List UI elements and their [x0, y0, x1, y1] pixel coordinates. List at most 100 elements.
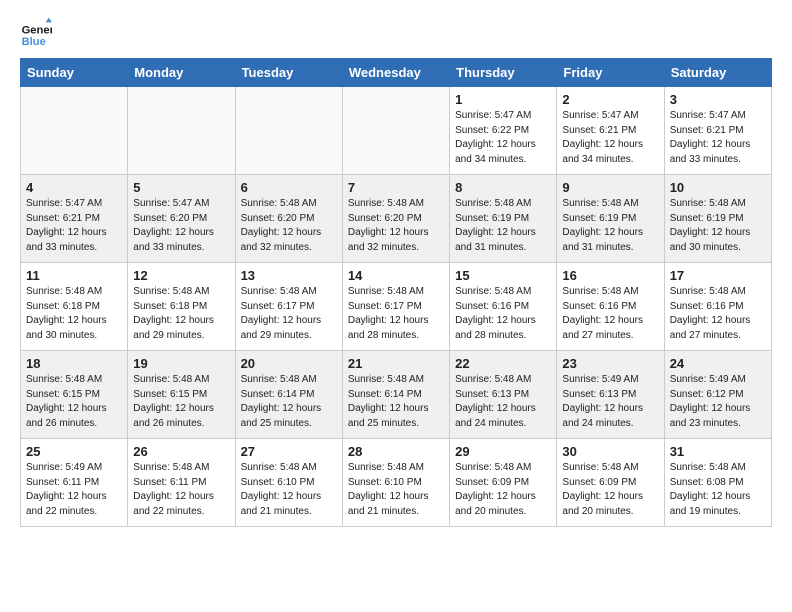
header-thursday: Thursday [450, 59, 557, 87]
day-cell: 29 Sunrise: 5:48 AM Sunset: 6:09 PM Dayli… [450, 439, 557, 527]
day-info: Sunrise: 5:49 AM Sunset: 6:11 PM Dayligh… [26, 461, 122, 519]
week-row-3: 11Sunrise: 5:48 AM Sunset: 6:18 PM Dayli… [21, 263, 772, 351]
day-cell: 3 Sunrise: 5:47 AM Sunset: 6:21 PM Daylig… [664, 87, 771, 175]
day-info: Sunrise: 5:48 AM Sunset: 6:19 PM Dayligh… [670, 197, 766, 255]
day-info: Sunrise: 5:48 AM Sunset: 6:09 PM Dayligh… [562, 461, 658, 519]
day-cell: 22Sunrise: 5:48 AM Sunset: 6:13 PM Dayli… [450, 351, 557, 439]
day-cell: 13Sunrise: 5:48 AM Sunset: 6:17 PM Dayli… [235, 263, 342, 351]
day-cell: 31Sunrise: 5:48 AM Sunset: 6:08 PM Dayli… [664, 439, 771, 527]
day-number: 5 [133, 180, 229, 195]
day-info: Sunrise: 5:48 AM Sunset: 6:19 PM Dayligh… [562, 197, 658, 255]
header-friday: Friday [557, 59, 664, 87]
day-number: 24 [670, 356, 766, 371]
day-cell: 12 Sunrise: 5:48 AM Sunset: 6:18 PM Dayli… [128, 263, 235, 351]
logo-icon: General Blue [20, 16, 52, 48]
day-cell: 5 Sunrise: 5:47 AM Sunset: 6:20 PM Daylig… [128, 175, 235, 263]
week-row-5: 25 Sunrise: 5:49 AM Sunset: 6:11 PM Dayli… [21, 439, 772, 527]
day-cell: 14 Sunrise: 5:48 AM Sunset: 6:17 PM Dayli… [342, 263, 449, 351]
day-info: Sunrise: 5:47 AM Sunset: 6:21 PM Dayligh… [562, 109, 658, 167]
day-info: Sunrise: 5:47 AM Sunset: 6:22 PM Dayligh… [455, 109, 551, 167]
day-number: 23 [562, 356, 658, 371]
header-sunday: Sunday [21, 59, 128, 87]
day-number: 6 [241, 180, 337, 195]
header-wednesday: Wednesday [342, 59, 449, 87]
day-number: 3 [670, 92, 766, 107]
day-number: 19 [133, 356, 229, 371]
day-number: 15 [455, 268, 551, 283]
day-cell [235, 87, 342, 175]
day-info: Sunrise: 5:47 AM Sunset: 6:20 PM Dayligh… [133, 197, 229, 255]
day-info: Sunrise: 5:48 AM Sunset: 6:09 PM Dayligh… [455, 461, 551, 519]
day-number: 14 [348, 268, 444, 283]
svg-text:General: General [22, 25, 52, 37]
day-cell: 1 Sunrise: 5:47 AM Sunset: 6:22 PM Daylig… [450, 87, 557, 175]
calendar-header-row: SundayMondayTuesdayWednesdayThursdayFrid… [21, 59, 772, 87]
day-number: 25 [26, 444, 122, 459]
day-number: 9 [562, 180, 658, 195]
day-number: 12 [133, 268, 229, 283]
header-monday: Monday [128, 59, 235, 87]
day-number: 28 [348, 444, 444, 459]
day-cell: 6 Sunrise: 5:48 AM Sunset: 6:20 PM Daylig… [235, 175, 342, 263]
day-info: Sunrise: 5:48 AM Sunset: 6:16 PM Dayligh… [670, 285, 766, 343]
day-number: 29 [455, 444, 551, 459]
day-number: 26 [133, 444, 229, 459]
header-saturday: Saturday [664, 59, 771, 87]
day-info: Sunrise: 5:48 AM Sunset: 6:14 PM Dayligh… [241, 373, 337, 431]
day-number: 13 [241, 268, 337, 283]
svg-text:Blue: Blue [22, 36, 46, 48]
day-cell: 8 Sunrise: 5:48 AM Sunset: 6:19 PM Daylig… [450, 175, 557, 263]
day-cell: 10 Sunrise: 5:48 AM Sunset: 6:19 PM Dayli… [664, 175, 771, 263]
day-info: Sunrise: 5:48 AM Sunset: 6:10 PM Dayligh… [348, 461, 444, 519]
day-info: Sunrise: 5:47 AM Sunset: 6:21 PM Dayligh… [670, 109, 766, 167]
day-cell: 26 Sunrise: 5:48 AM Sunset: 6:11 PM Dayli… [128, 439, 235, 527]
day-info: Sunrise: 5:48 AM Sunset: 6:16 PM Dayligh… [455, 285, 551, 343]
day-number: 17 [670, 268, 766, 283]
day-number: 21 [348, 356, 444, 371]
day-info: Sunrise: 5:48 AM Sunset: 6:18 PM Dayligh… [133, 285, 229, 343]
day-info: Sunrise: 5:47 AM Sunset: 6:21 PM Dayligh… [26, 197, 122, 255]
day-cell [21, 87, 128, 175]
day-cell: 27 Sunrise: 5:48 AM Sunset: 6:10 PM Dayli… [235, 439, 342, 527]
day-number: 27 [241, 444, 337, 459]
day-number: 2 [562, 92, 658, 107]
logo: General Blue [20, 16, 52, 48]
day-info: Sunrise: 5:48 AM Sunset: 6:13 PM Dayligh… [455, 373, 551, 431]
day-number: 30 [562, 444, 658, 459]
day-info: Sunrise: 5:49 AM Sunset: 6:12 PM Dayligh… [670, 373, 766, 431]
day-cell: 24 Sunrise: 5:49 AM Sunset: 6:12 PM Dayli… [664, 351, 771, 439]
day-cell: 17 Sunrise: 5:48 AM Sunset: 6:16 PM Dayli… [664, 263, 771, 351]
day-cell: 19Sunrise: 5:48 AM Sunset: 6:15 PM Dayli… [128, 351, 235, 439]
day-info: Sunrise: 5:49 AM Sunset: 6:13 PM Dayligh… [562, 373, 658, 431]
header: General Blue [20, 16, 772, 48]
day-number: 16 [562, 268, 658, 283]
day-number: 8 [455, 180, 551, 195]
day-info: Sunrise: 5:48 AM Sunset: 6:10 PM Dayligh… [241, 461, 337, 519]
day-cell: 7 Sunrise: 5:48 AM Sunset: 6:20 PM Daylig… [342, 175, 449, 263]
header-tuesday: Tuesday [235, 59, 342, 87]
day-number: 20 [241, 356, 337, 371]
day-cell [128, 87, 235, 175]
day-info: Sunrise: 5:48 AM Sunset: 6:08 PM Dayligh… [670, 461, 766, 519]
day-cell: 25 Sunrise: 5:49 AM Sunset: 6:11 PM Dayli… [21, 439, 128, 527]
day-number: 10 [670, 180, 766, 195]
day-number: 1 [455, 92, 551, 107]
day-cell: 18Sunrise: 5:48 AM Sunset: 6:15 PM Dayli… [21, 351, 128, 439]
day-info: Sunrise: 5:48 AM Sunset: 6:19 PM Dayligh… [455, 197, 551, 255]
day-cell: 9 Sunrise: 5:48 AM Sunset: 6:19 PM Daylig… [557, 175, 664, 263]
day-info: Sunrise: 5:48 AM Sunset: 6:18 PM Dayligh… [26, 285, 122, 343]
day-number: 7 [348, 180, 444, 195]
day-info: Sunrise: 5:48 AM Sunset: 6:20 PM Dayligh… [348, 197, 444, 255]
day-info: Sunrise: 5:48 AM Sunset: 6:20 PM Dayligh… [241, 197, 337, 255]
week-row-4: 18Sunrise: 5:48 AM Sunset: 6:15 PM Dayli… [21, 351, 772, 439]
day-info: Sunrise: 5:48 AM Sunset: 6:16 PM Dayligh… [562, 285, 658, 343]
week-row-2: 4 Sunrise: 5:47 AM Sunset: 6:21 PM Daylig… [21, 175, 772, 263]
day-cell: 2 Sunrise: 5:47 AM Sunset: 6:21 PM Daylig… [557, 87, 664, 175]
calendar: SundayMondayTuesdayWednesdayThursdayFrid… [20, 58, 772, 527]
day-number: 18 [26, 356, 122, 371]
day-number: 4 [26, 180, 122, 195]
day-cell: 11Sunrise: 5:48 AM Sunset: 6:18 PM Dayli… [21, 263, 128, 351]
day-cell [342, 87, 449, 175]
day-info: Sunrise: 5:48 AM Sunset: 6:11 PM Dayligh… [133, 461, 229, 519]
day-info: Sunrise: 5:48 AM Sunset: 6:17 PM Dayligh… [348, 285, 444, 343]
